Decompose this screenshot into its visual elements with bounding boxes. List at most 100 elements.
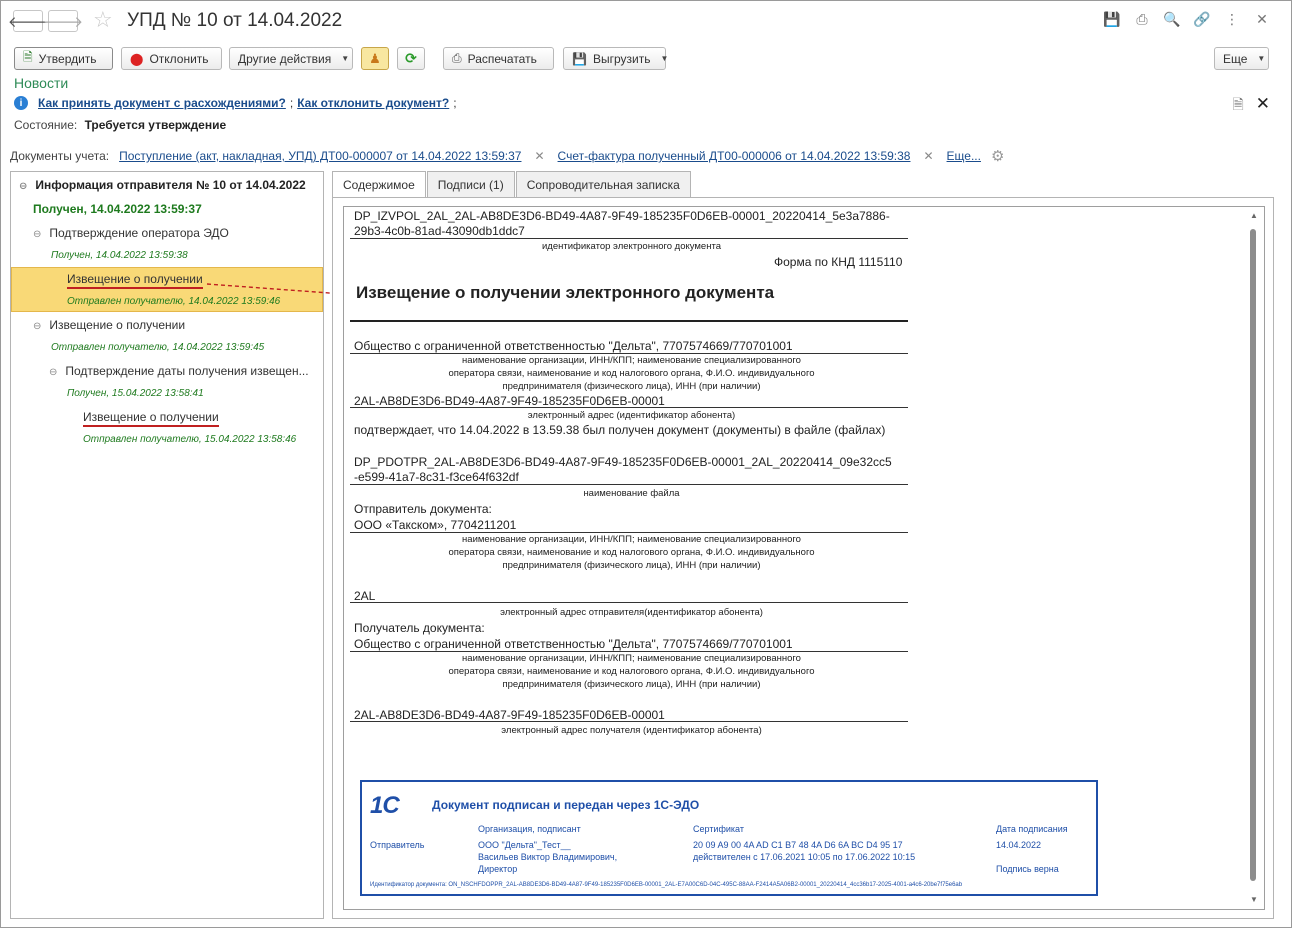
link-separator: ; xyxy=(289,96,294,110)
divider xyxy=(350,320,908,322)
tab-signatures[interactable]: Подписи (1) xyxy=(426,171,515,197)
tree-node-receipt-notice-selected[interactable]: Извещение о получении xyxy=(67,272,203,289)
doc-sender-address: 2AL xyxy=(354,589,376,603)
other-actions-dropdown[interactable]: Другие действия ▼ xyxy=(229,47,353,70)
doc-heading: Извещение о получении электронного докум… xyxy=(356,283,775,302)
hierarchy-icon: ♟ xyxy=(369,50,381,66)
caption: предпринимателя (физического лица), ИНН … xyxy=(502,560,761,571)
scrollbar-thumb[interactable] xyxy=(1250,229,1256,881)
hierarchy-toggle-button[interactable]: ♟ xyxy=(361,47,389,70)
favorite-star-icon[interactable]: ☆ xyxy=(93,7,113,33)
news-actions: 🗎 ✕ xyxy=(1232,94,1270,118)
window-title: УПД № 10 от 14.04.2022 xyxy=(127,10,343,31)
stamp-doc-id: Идентификатор документа: ON_NSCHFDOPPR_2… xyxy=(370,882,963,888)
window-actions: 💾 ⎙ 🔍 🔗 ⋮ ✕ xyxy=(1097,11,1277,28)
help-link-reject[interactable]: Как отклонить документ? xyxy=(297,96,449,110)
collapse-icon[interactable]: ⊖ xyxy=(33,321,41,332)
preview-icon[interactable]: 🔍 xyxy=(1157,11,1187,28)
save-icon[interactable]: 💾 xyxy=(1097,11,1127,28)
arrow-right-icon: 🡒 xyxy=(42,13,84,31)
reject-icon: ⬤ xyxy=(130,51,144,66)
accounting-doc-receipt-link[interactable]: Поступление (акт, накладная, УПД) ДТ00-0… xyxy=(119,149,521,163)
doc-recipient: Общество с ограниченной ответственностью… xyxy=(354,637,793,651)
help-link-accept-discrepancies[interactable]: Как принять документ с расхождениями? xyxy=(38,96,286,110)
print-icon[interactable]: ⎙ xyxy=(1127,11,1157,28)
more-vertical-icon[interactable]: ⋮ xyxy=(1217,11,1247,28)
approve-button[interactable]: 🗎 Утвердить xyxy=(14,47,113,70)
forward-button[interactable]: 🡒 xyxy=(43,10,83,32)
state-value: Требуется утверждение xyxy=(84,118,227,132)
state-label: Состояние: xyxy=(14,118,78,132)
news-list-icon[interactable]: 🗎 xyxy=(1232,94,1243,118)
doc-file-id-cont: 29b3-4c0b-81ad-43090db1ddc7 xyxy=(354,224,525,238)
gear-icon[interactable]: ⚙ xyxy=(991,147,1004,165)
stamp-col-org: Организация, подписант xyxy=(478,824,581,834)
caption: оператора связи, наименование и код нало… xyxy=(448,368,815,379)
vertical-scrollbar[interactable]: ▲ ▼ xyxy=(1244,207,1264,909)
close-icon[interactable]: ✕ xyxy=(1247,11,1277,28)
tabs: Содержимое Подписи (1) Сопроводительная … xyxy=(332,171,692,198)
remove-doc-icon[interactable]: ✕ xyxy=(534,149,544,163)
remove-doc-icon[interactable]: ✕ xyxy=(923,149,933,163)
refresh-button[interactable]: ⟳ xyxy=(397,47,425,70)
reject-button-label: Отклонить xyxy=(149,51,209,66)
print-button[interactable]: ⎙ Распечатать xyxy=(443,47,554,70)
tree-node-date-confirmation[interactable]: ⊖ Подтверждение даты получения извещен... xyxy=(49,364,309,378)
stamp-position: Директор xyxy=(478,864,518,874)
divider xyxy=(350,721,908,722)
close-news-icon[interactable]: ✕ xyxy=(1256,94,1270,118)
accounting-docs-more-link[interactable]: Еще... xyxy=(947,149,981,163)
collapse-icon[interactable]: ⊖ xyxy=(33,229,41,240)
tree-node-label: Извещение о получении xyxy=(67,272,203,289)
stamp-col-date: Дата подписания xyxy=(996,824,1068,834)
print-button-label: Распечатать xyxy=(467,51,537,66)
export-label: Выгрузить xyxy=(592,51,651,66)
back-button[interactable]: 🡐 xyxy=(8,10,48,32)
more-dropdown[interactable]: Еще ▼ xyxy=(1214,47,1269,70)
tree-node-operator-confirmation[interactable]: ⊖ Подтверждение оператора ЭДО xyxy=(33,226,229,240)
export-dropdown[interactable]: 💾 Выгрузить ▼ xyxy=(563,47,668,70)
tree-node-status: Получен, 14.04.2022 13:59:38 xyxy=(51,250,188,261)
tree-node-label: Подтверждение оператора ЭДО xyxy=(49,226,229,240)
doc-form-code: Форма по КНД 1115110 xyxy=(774,255,903,269)
news-label[interactable]: Новости xyxy=(14,75,68,91)
collapse-icon[interactable]: ⊖ xyxy=(19,181,27,192)
tree-node-status: Отправлен получателю, 14.04.2022 13:59:4… xyxy=(51,342,265,353)
stamp-org: ООО "Дельта"_Тест__ xyxy=(478,840,571,850)
tree-node-label: Извещение о получении xyxy=(83,410,219,427)
collapse-icon[interactable]: ⊖ xyxy=(49,367,57,378)
stamp-title: Документ подписан и передан через 1С-ЭДО xyxy=(432,798,700,812)
document-view: DP_IZVPOL_2AL_2AL-AB8DE3D6-BD49-4A87-9F4… xyxy=(343,206,1265,910)
caption: оператора связи, наименование и код нало… xyxy=(448,547,815,558)
scroll-down-icon[interactable]: ▼ xyxy=(1250,895,1258,904)
approve-doc-icon: 🗎 xyxy=(23,50,33,64)
more-label: Еще xyxy=(1223,51,1248,66)
caption: наименование организации, ИНН/КПП; наиме… xyxy=(462,534,801,545)
caption: наименование организации, ИНН/КПП; наиме… xyxy=(462,355,801,366)
doc-file-id: DP_IZVPOL_2AL_2AL-AB8DE3D6-BD49-4A87-9F4… xyxy=(354,209,890,223)
tab-content-area: DP_IZVPOL_2AL_2AL-AB8DE3D6-BD49-4A87-9F4… xyxy=(332,197,1274,919)
reject-button[interactable]: ⬤ Отклонить xyxy=(121,47,222,70)
tree-node-receipt-notice-2[interactable]: Извещение о получении xyxy=(83,410,219,427)
doc-sender: ООО «Такском», 7704211201 xyxy=(354,518,517,532)
caption: электронный адрес получателя (идентифика… xyxy=(501,725,762,736)
tree-node-receipt-notice[interactable]: ⊖ Извещение о получении xyxy=(33,318,185,332)
accounting-docs-row: Документы учета: Поступление (акт, накла… xyxy=(10,147,1004,165)
tree-node-label: Извещение о получении xyxy=(49,318,186,332)
tree-node-label: Информация отправителя № 10 от 14.04.202… xyxy=(35,178,306,192)
doc-sender-label: Отправитель документа: xyxy=(354,502,492,516)
caption: наименование организации, ИНН/КПП; наиме… xyxy=(462,653,801,664)
divider xyxy=(350,602,908,603)
signature-stamp: 1С Документ подписан и передан через 1С-… xyxy=(360,780,1098,896)
disk-icon: 💾 xyxy=(572,51,587,66)
tab-content[interactable]: Содержимое xyxy=(332,171,426,198)
link-icon[interactable]: 🔗 xyxy=(1187,11,1217,28)
doc-recipient-label: Получатель документа: xyxy=(354,621,485,635)
divider xyxy=(350,407,908,408)
accounting-doc-invoice-link[interactable]: Счет-фактура полученный ДТ00-000006 от 1… xyxy=(558,149,911,163)
tree-root-status: Получен, 14.04.2022 13:59:37 xyxy=(33,202,202,216)
scroll-up-icon[interactable]: ▲ xyxy=(1250,211,1258,220)
tab-cover-note[interactable]: Сопроводительная записка xyxy=(515,171,691,197)
doc-filename-cont: -e599-41a7-8c31-f3ce64f632df xyxy=(354,470,519,484)
tree-node-root[interactable]: ⊖ Информация отправителя № 10 от 14.04.20… xyxy=(19,178,306,192)
